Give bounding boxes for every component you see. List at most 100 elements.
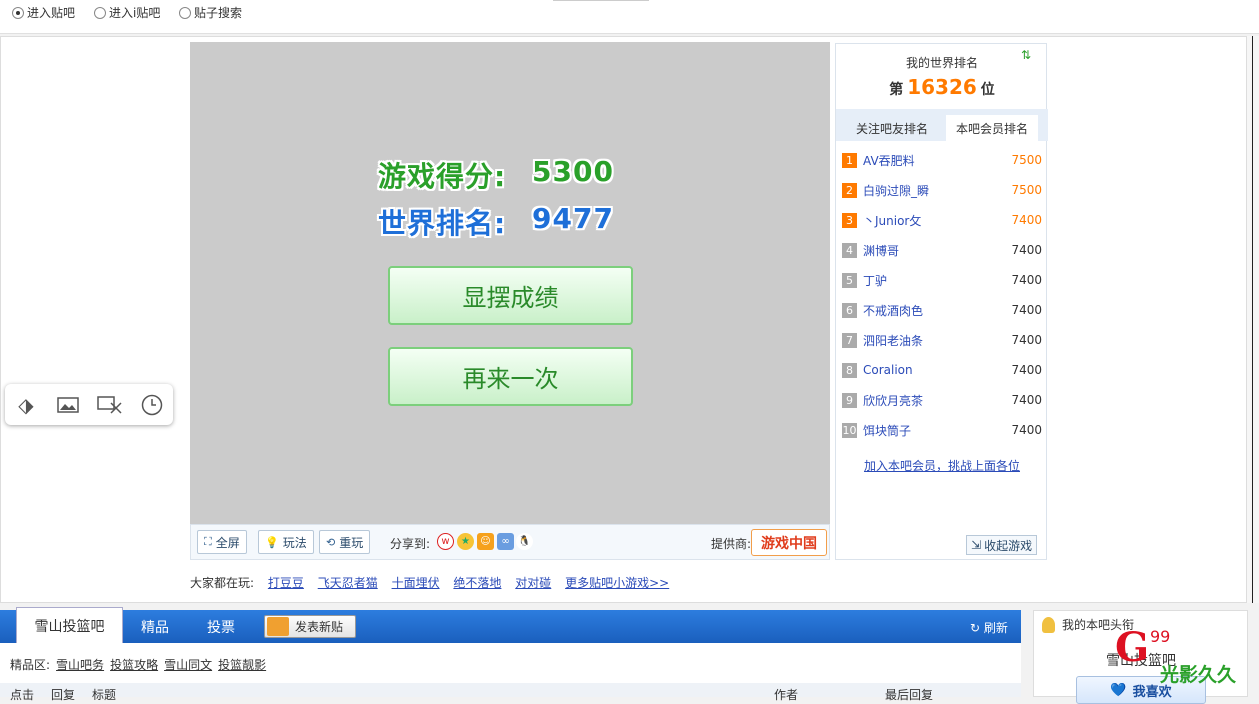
rank-player-name[interactable]: 泗阳老油条 <box>863 332 1011 349</box>
refresh-icon[interactable]: ⇅ <box>1021 48 1031 62</box>
rank-number-badge: 10 <box>842 422 857 438</box>
tab-featured[interactable]: 精品 <box>141 610 169 643</box>
tab-friends-ranking[interactable]: 关注吧友排名 <box>844 115 940 141</box>
ranking-tabs: 关注吧友排名 本吧会员排名 <box>836 109 1048 141</box>
heart-icon: 💙 <box>1110 682 1127 698</box>
radio-label: 贴子搜索 <box>194 6 243 20</box>
ranking-panel: 我的世界排名 ⇅ 第 16326 位 关注吧友排名 本吧会员排名 1 AV吞肥料 750… <box>835 43 1048 560</box>
watermark-text: 光影久久 <box>1160 664 1237 686</box>
fullscreen-icon: ⛶ <box>204 535 212 548</box>
game-link[interactable]: 打豆豆 <box>268 576 304 590</box>
fullscreen-button[interactable]: ⛶ 全屏 <box>197 530 247 554</box>
more-games-link[interactable]: 更多贴吧小游戏>> <box>565 576 669 590</box>
radio-post-search[interactable]: 贴子搜索 <box>179 4 242 21</box>
clock-icon[interactable] <box>139 392 165 418</box>
category-link[interactable]: 投篮靓影 <box>218 658 266 672</box>
position-number: 16326 <box>907 75 977 99</box>
qq-icon[interactable]: 🐧 <box>516 533 533 550</box>
game-link[interactable]: 十面埋伏 <box>392 576 440 590</box>
game-link[interactable]: 飞天忍者猫 <box>318 576 378 590</box>
weibo-icon[interactable]: w <box>437 533 454 550</box>
pengyou-icon[interactable]: ☺ <box>477 533 494 550</box>
rank-score: 7400 <box>1011 213 1042 227</box>
rotate-icon[interactable]: ⬗ <box>13 392 39 418</box>
howto-label: 玩法 <box>282 535 307 550</box>
ranking-row: 7 泗阳老油条 7400 <box>842 330 1042 350</box>
rank-score: 7400 <box>1011 333 1042 347</box>
refresh-button[interactable]: ↻ 刷新 <box>970 619 1008 636</box>
tab-vote[interactable]: 投票 <box>207 610 235 643</box>
show-off-score-button[interactable]: 显摆成绩 <box>388 266 633 325</box>
collapse-icon: ⇲ <box>971 538 982 552</box>
ranking-row: 8 Coralion 7400 <box>842 360 1042 380</box>
score-label: 游戏得分: <box>378 160 507 193</box>
radio-dot-icon[interactable] <box>179 6 191 19</box>
rank-number-badge: 4 <box>842 242 857 258</box>
rank-score: 7500 <box>1011 183 1042 197</box>
col-replies: 回复 <box>51 688 76 702</box>
game-canvas[interactable]: 游戏得分: 5300 世界排名: 9477 显摆成绩 再来一次 <box>190 42 830 524</box>
rank-score: 7400 <box>1011 423 1042 437</box>
game-link[interactable]: 对对碰 <box>515 576 551 590</box>
ranking-title: 我的世界排名 <box>905 56 978 70</box>
rank-player-name[interactable]: 不戒酒肉色 <box>863 302 1011 319</box>
tab-members-ranking[interactable]: 本吧会员排名 <box>946 115 1038 141</box>
replay-button[interactable]: ⟲ 重玩 <box>319 530 371 554</box>
rank-player-name[interactable]: 饵块筒子 <box>863 422 1011 439</box>
search-input[interactable] <box>553 0 649 1</box>
pencil-icon <box>267 617 289 636</box>
collapse-game-button[interactable]: ⇲ 收起游戏 <box>966 535 1038 555</box>
refresh-icon: ↻ <box>970 621 984 635</box>
youxi-china-logo[interactable]: 游戏中国 <box>751 529 827 556</box>
rank-player-name[interactable]: 丶Junior攵 <box>863 212 1011 229</box>
rank-player-name[interactable]: 渊博哥 <box>863 242 1011 259</box>
join-members-link[interactable]: 加入本吧会员，挑战上面各位 <box>836 457 1048 474</box>
category-link[interactable]: 雪山吧务 <box>56 658 104 672</box>
category-link[interactable]: 雪山同文 <box>164 658 212 672</box>
rank-number-badge: 8 <box>842 362 857 378</box>
ranking-row: 3 丶Junior攵 7400 <box>842 210 1042 230</box>
radio-enter-itieba[interactable]: 进入i贴吧 <box>94 4 160 21</box>
game-link[interactable]: 绝不落地 <box>453 576 501 590</box>
rank-number-badge: 5 <box>842 272 857 288</box>
screenshot-cut-icon[interactable] <box>97 392 123 418</box>
rank-player-name[interactable]: Coralion <box>863 363 1011 377</box>
rank-player-name[interactable]: 欣欣月亮茶 <box>863 392 1011 409</box>
category-link[interactable]: 投篮攻略 <box>110 658 158 672</box>
qzone-icon[interactable]: ★ <box>457 533 474 550</box>
ranking-row: 1 AV吞肥料 7500 <box>842 150 1042 170</box>
radio-dot-icon[interactable] <box>12 6 24 19</box>
radio-dot-icon[interactable] <box>94 6 106 19</box>
col-title: 标题 <box>92 688 117 702</box>
featured-label: 精品区: <box>10 658 51 672</box>
world-rank-value: 9477 <box>532 202 614 235</box>
provider-label: 提供商: <box>711 537 752 551</box>
rank-score: 7400 <box>1011 363 1042 377</box>
new-post-label: 发表新贴 <box>295 620 344 634</box>
radio-enter-tieba[interactable]: 进入贴吧 <box>12 4 75 21</box>
tab-forum-home[interactable]: 雪山投篮吧 <box>16 607 123 643</box>
ranking-row: 6 不戒酒肉色 7400 <box>842 300 1042 320</box>
radio-label: 进入贴吧 <box>27 6 76 20</box>
playing-label: 大家都在玩: <box>190 576 255 590</box>
play-again-button[interactable]: 再来一次 <box>388 347 633 406</box>
ranking-row: 2 白驹过隙_瞬 7500 <box>842 180 1042 200</box>
new-post-button[interactable]: 发表新贴 <box>264 615 356 638</box>
my-position: 第 16326 位 <box>836 75 1048 99</box>
floating-toolbar: ⬗ <box>5 384 173 425</box>
col-last-reply: 最后回复 <box>885 688 934 702</box>
image-icon[interactable] <box>55 392 81 418</box>
renren-icon[interactable]: ∞ <box>497 533 514 550</box>
ranking-row: 9 欣欣月亮茶 7400 <box>842 390 1042 410</box>
rank-score: 7500 <box>1011 153 1042 167</box>
medal-icon <box>1042 617 1055 633</box>
rank-number-badge: 7 <box>842 332 857 348</box>
scrollbar[interactable] <box>1247 36 1259 603</box>
rank-player-name[interactable]: 白驹过隙_瞬 <box>863 182 1011 199</box>
refresh-label: 刷新 <box>983 621 1008 635</box>
top-radio-bar: 进入贴吧 进入i贴吧 贴子搜索 <box>0 0 1259 34</box>
howto-button[interactable]: 💡 玩法 <box>258 530 314 554</box>
game-toolbar: ⛶ 全屏 💡 玩法 ⟲ 重玩 分享到: w ★ ☺ ∞ 🐧 提供商: 游戏中国 <box>190 524 830 560</box>
rank-player-name[interactable]: 丁驴 <box>863 272 1011 289</box>
rank-player-name[interactable]: AV吞肥料 <box>863 152 1011 169</box>
